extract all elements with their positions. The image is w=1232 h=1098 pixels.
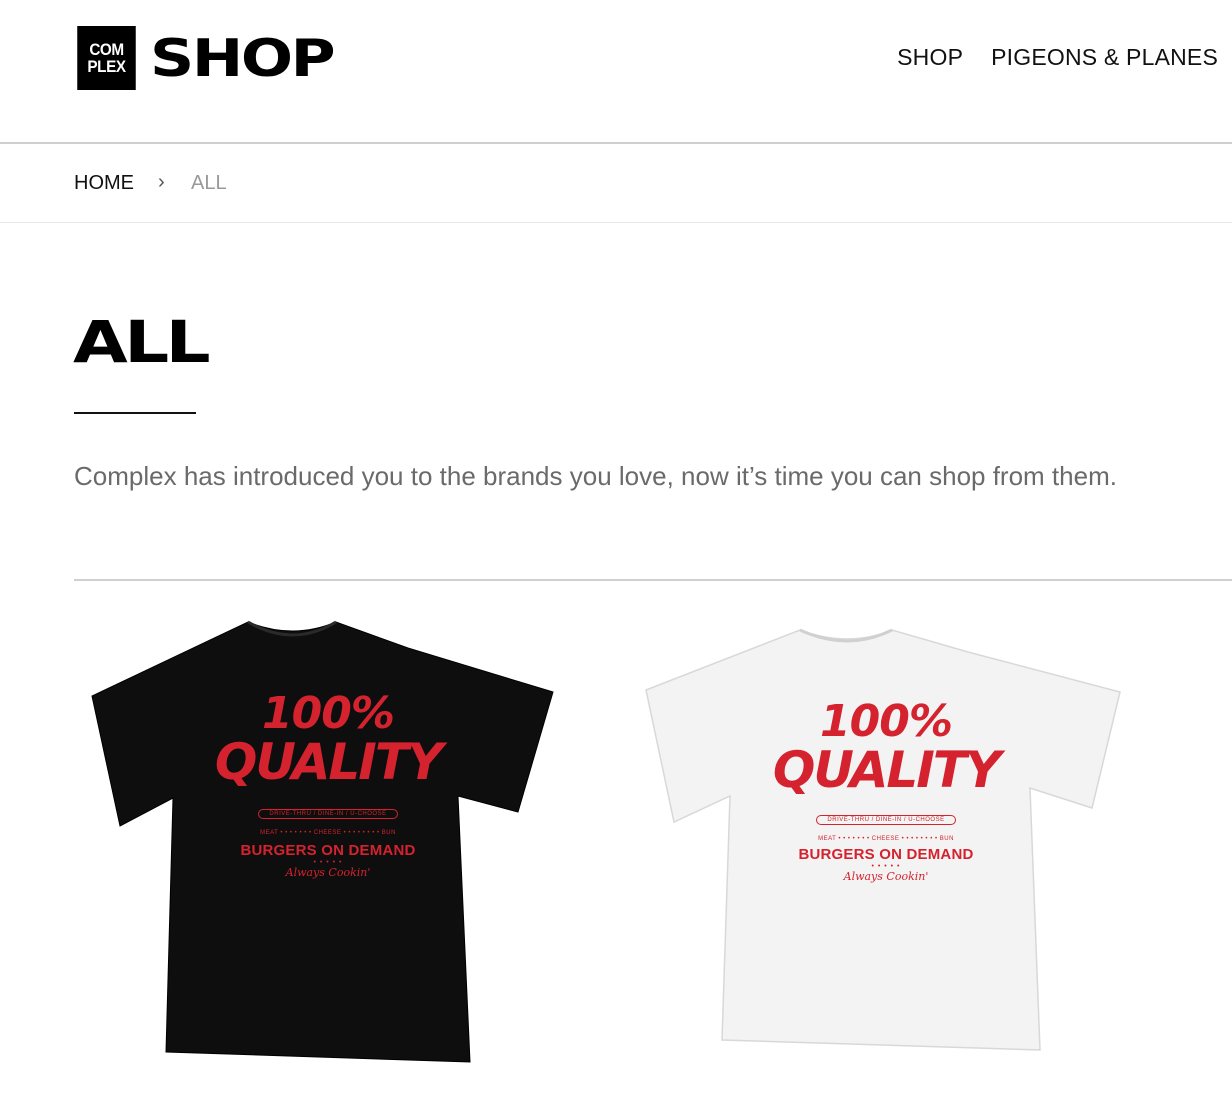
print-signature: Always Cookin' xyxy=(843,870,929,883)
shirt-print: 100% QUALITY DRIVE-THRU / DINE-IN / U-CH… xyxy=(636,696,1136,884)
page-title: ALL xyxy=(73,308,211,376)
breadcrumb: HOME › ALL xyxy=(0,144,1232,223)
section-divider xyxy=(74,579,1232,581)
print-quality: QUALITY xyxy=(772,741,1001,799)
product-card[interactable]: 100% QUALITY DRIVE-THRU / DINE-IN / U-CH… xyxy=(78,600,578,1098)
logo-text-top: COM xyxy=(89,40,124,59)
print-burgers: BURGERS ON DEMAND xyxy=(240,842,416,859)
nav-shop-link[interactable]: SHOP xyxy=(897,44,963,71)
main-nav: SHOP PIGEONS & PLANES xyxy=(897,44,1218,71)
print-pill: DRIVE-THRU / DINE-IN / U-CHOOSE xyxy=(258,809,398,819)
print-burgers: BURGERS ON DEMAND xyxy=(798,846,974,863)
print-stars: • • • • • xyxy=(313,859,343,866)
shop-wordmark[interactable]: SHOP xyxy=(150,31,336,87)
nav-pigeons-planes-link[interactable]: PIGEONS & PLANES xyxy=(991,44,1218,71)
shirt-print: 100% QUALITY DRIVE-THRU / DINE-IN / U-CH… xyxy=(78,688,578,880)
print-pill: DRIVE-THRU / DINE-IN / U-CHOOSE xyxy=(816,815,956,825)
product-card[interactable]: 100% QUALITY DRIVE-THRU / DINE-IN / U-CH… xyxy=(630,600,1130,1098)
print-percent: 100% xyxy=(820,696,953,747)
breadcrumb-home-link[interactable]: HOME xyxy=(74,172,134,195)
print-quality: QUALITY xyxy=(214,733,443,791)
print-signature: Always Cookin' xyxy=(285,866,371,879)
breadcrumb-current: ALL xyxy=(191,172,227,194)
title-divider xyxy=(74,412,196,414)
chevron-right-icon: › xyxy=(158,171,165,193)
print-percent: 100% xyxy=(262,688,395,739)
complex-logo[interactable]: COM PLEX xyxy=(77,26,136,90)
print-stars: • • • • • xyxy=(871,863,901,870)
site-header: COM PLEX SHOP SHOP PIGEONS & PLANES xyxy=(0,0,1232,144)
logo-text-bottom: PLEX xyxy=(87,57,126,76)
page-intro: Complex has introduced you to the brands… xyxy=(74,461,1117,491)
